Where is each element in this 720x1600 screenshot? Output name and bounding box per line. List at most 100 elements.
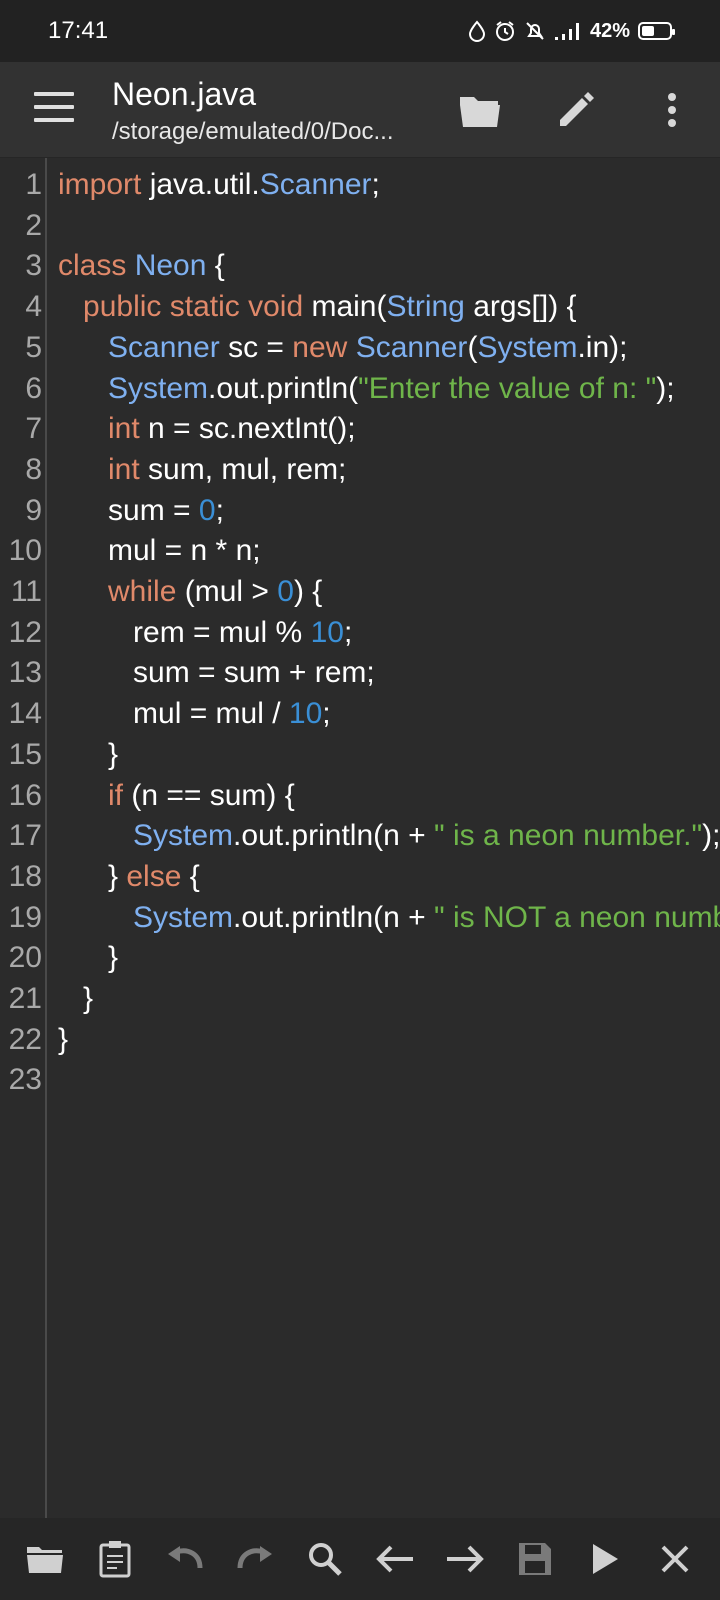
line-number: 18 [8, 859, 42, 893]
code-line[interactable]: 6 System.out.println("Enter the value of… [0, 368, 720, 409]
code-token: " is NOT a neon number." [434, 900, 720, 934]
code-line[interactable]: 20 } [0, 937, 720, 978]
code-text: mul = mul / 10; [58, 693, 331, 734]
code-token: .in); [577, 330, 628, 364]
line-number: 22 [8, 1022, 42, 1056]
code-text: } [58, 978, 93, 1019]
folder-open-icon[interactable] [454, 84, 506, 136]
line-number: 9 [25, 493, 42, 527]
code-token: sum = sum + rem; [58, 656, 375, 690]
save-icon[interactable] [510, 1534, 560, 1584]
code-token: } [58, 982, 94, 1015]
code-token: 10 [288, 697, 323, 731]
code-text: import java.util.Scanner; [58, 164, 380, 205]
line-number: 13 [8, 656, 42, 690]
code-text: rem = mul % 10; [58, 612, 352, 653]
code-line[interactable]: 4 public static void main(String args[])… [0, 286, 720, 327]
code-text: } [58, 734, 118, 775]
menu-icon[interactable] [34, 92, 74, 128]
line-number: 6 [25, 371, 42, 405]
drop-icon [468, 20, 485, 42]
code-line[interactable]: 12 rem = mul % 10; [0, 612, 720, 653]
code-text: Scanner sc = new Scanner(System.in); [58, 327, 627, 368]
code-token: sum = [58, 493, 199, 527]
search-icon[interactable] [300, 1534, 350, 1584]
code-text: } [58, 937, 118, 978]
close-icon[interactable] [650, 1534, 700, 1584]
arrow-right-icon[interactable] [440, 1534, 490, 1584]
clipboard-icon[interactable] [90, 1534, 140, 1584]
folder-icon[interactable] [20, 1534, 70, 1584]
code-line[interactable]: 13 sum = sum + rem; [0, 652, 720, 693]
code-token: String [386, 290, 465, 324]
line-number: 1 [25, 168, 42, 201]
status-icons: 42% [468, 19, 675, 43]
code-line[interactable]: 23 [0, 1059, 720, 1100]
line-number: 16 [8, 778, 42, 812]
redo-icon[interactable] [230, 1534, 280, 1584]
code-line[interactable]: 9 sum = 0; [0, 490, 720, 531]
code-line[interactable]: 14 mul = mul / 10; [0, 693, 720, 734]
bottom-toolbar [0, 1518, 720, 1600]
code-token: int [108, 452, 140, 486]
code-token: Scanner [259, 168, 372, 201]
undo-icon[interactable] [160, 1534, 210, 1584]
code-line[interactable]: 18 } else { [0, 856, 720, 897]
code-line[interactable]: 2 [0, 205, 720, 246]
code-text: class Neon { [58, 245, 225, 286]
line-number: 15 [8, 737, 42, 771]
code-token: ; [371, 168, 380, 201]
code-line[interactable]: 3 class Neon { [0, 245, 720, 286]
code-line[interactable]: 10 mul = n * n; [0, 530, 720, 571]
code-token: else [126, 859, 182, 893]
code-text: int n = sc.nextInt(); [58, 408, 356, 449]
code-line[interactable]: 7 int n = sc.nextInt(); [0, 408, 720, 449]
code-text: if (n == sum) { [58, 775, 295, 816]
line-number: 3 [25, 249, 42, 283]
code-token: sum, mul, rem; [139, 452, 347, 486]
code-text: System.out.println("Enter the value of n… [58, 368, 675, 409]
code-token: class [58, 249, 127, 283]
code-token: { [206, 249, 225, 283]
code-token: new [292, 330, 348, 364]
code-token: main( [303, 290, 387, 324]
code-line[interactable]: 1 import java.util.Scanner; [0, 164, 720, 205]
code-text: while (mul > 0) { [58, 571, 322, 612]
edit-icon[interactable] [550, 84, 602, 136]
code-token: ; [215, 493, 224, 527]
line-number: 4 [25, 290, 42, 324]
code-line[interactable]: 5 Scanner sc = new Scanner(System.in); [0, 327, 720, 368]
code-line[interactable]: 21 } [0, 978, 720, 1019]
arrow-left-icon[interactable] [370, 1534, 420, 1584]
code-line[interactable]: 17 System.out.println(n + " is a neon nu… [0, 815, 720, 856]
line-number: 14 [8, 697, 42, 731]
code-line[interactable]: 19 System.out.println(n + " is NOT a neo… [0, 897, 720, 938]
code-token: System [108, 371, 209, 405]
code-line[interactable]: 11 while (mul > 0) { [0, 571, 720, 612]
code-token: (mul > [176, 575, 278, 608]
signal-icon [554, 23, 579, 40]
run-icon[interactable] [580, 1534, 630, 1584]
line-number: 11 [10, 575, 42, 608]
code-token: rem = mul % [58, 615, 311, 649]
code-line[interactable]: 8 int sum, mul, rem; [0, 449, 720, 490]
battery-percent: 42% [589, 19, 630, 42]
code-token: ; [322, 697, 331, 731]
code-line[interactable]: 16 if (n == sum) { [0, 775, 720, 816]
more-vert-icon[interactable] [646, 84, 698, 136]
code-editor[interactable]: 1 import java.util.Scanner; 2 3 class Neon {… [0, 158, 720, 1518]
file-path: /storage/emulated/0/Doc... [112, 118, 394, 145]
code-token: .out.println(n + [233, 819, 434, 853]
code-line[interactable]: 22} [0, 1019, 720, 1060]
code-token: sc = [219, 330, 293, 364]
code-text: sum = sum + rem; [58, 652, 375, 693]
code-line[interactable]: 15 } [0, 734, 720, 775]
code-token: while [108, 575, 177, 608]
code-token: } [58, 941, 119, 975]
